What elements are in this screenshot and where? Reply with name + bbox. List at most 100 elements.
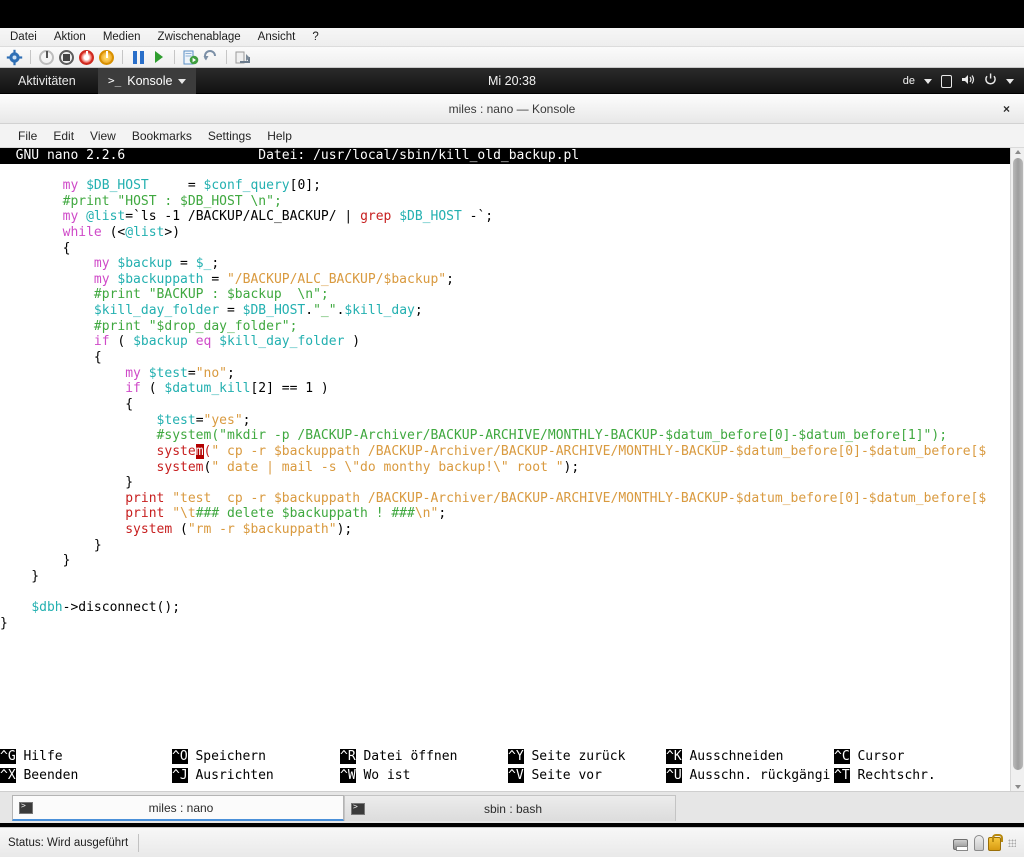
- shortcut-row: ^G Hilfe ^O Speichern ^R Datei öffnen ^Y Se…: [0, 747, 1010, 766]
- pause-icon[interactable]: [130, 49, 147, 66]
- code-token: my: [93, 271, 110, 287]
- code-token: $kill_day_folder: [93, 303, 220, 319]
- harddisk-icon[interactable]: [953, 838, 968, 851]
- shortcut-entry[interactable]: ^G Hilfe: [0, 747, 63, 766]
- shortcut-entry[interactable]: ^V Seite vor: [508, 766, 602, 785]
- shortcut-entry[interactable]: ^K Ausschneiden: [666, 747, 783, 766]
- code-token: ;: [414, 303, 423, 319]
- vm-status-label: Status: Wird ausgeführt: [8, 836, 129, 849]
- panel-activities-button[interactable]: Aktivitäten: [18, 68, 76, 94]
- shortcut-key: ^Y: [508, 749, 524, 764]
- chevron-down-icon[interactable]: [924, 78, 932, 84]
- code-token: $backuppath: [117, 271, 204, 287]
- keyboard-layout-label[interactable]: de: [903, 75, 915, 87]
- power-off-icon[interactable]: [38, 49, 55, 66]
- code-line: {: [0, 397, 1010, 413]
- menu-file[interactable]: File: [18, 129, 37, 143]
- menu-settings[interactable]: Settings: [208, 129, 251, 143]
- konsole-titlebar[interactable]: miles : nano — Konsole ×: [0, 94, 1024, 124]
- code-token: (: [140, 381, 165, 397]
- terminal-screen[interactable]: GNU nano 2.2.6 Datei: /usr/local/sbin/ki…: [0, 148, 1024, 791]
- vm-statusbar: Status: Wird ausgeführt: [0, 827, 1024, 857]
- chevron-down-icon-2[interactable]: [1006, 78, 1014, 84]
- code-token: $backup: [133, 334, 188, 350]
- code-token: }: [0, 553, 71, 569]
- vm-menu-zwischenablage[interactable]: Zwischenablage: [158, 31, 241, 43]
- code-token: #system("mkdir -p /BACKUP-Archiver/BACKU…: [156, 428, 948, 444]
- shortcut-entry[interactable]: ^Y Seite zurück: [508, 747, 625, 766]
- vm-menu-help[interactable]: ?: [312, 31, 318, 43]
- vm-menu-datei[interactable]: Datei: [10, 31, 37, 43]
- chevron-down-icon: [178, 78, 187, 84]
- code-token: $_: [195, 256, 212, 272]
- shortcut-entry[interactable]: ^T Rechtschr.: [834, 766, 936, 785]
- vm-menu-ansicht[interactable]: Ansicht: [258, 31, 296, 43]
- code-token: {: [0, 396, 134, 412]
- start-icon[interactable]: [150, 49, 167, 66]
- display-icon[interactable]: [941, 74, 952, 88]
- snapshot-icon[interactable]: [182, 49, 199, 66]
- konsole-tab[interactable]: sbin : bash: [344, 795, 676, 821]
- code-token: "\t: [172, 506, 196, 522]
- shutdown-icon[interactable]: [98, 49, 115, 66]
- shortcut-key: ^O: [172, 749, 188, 764]
- stop-icon[interactable]: [58, 49, 75, 66]
- menu-view[interactable]: View: [90, 129, 116, 143]
- code-token: ### delete $backuppath ! ###: [195, 506, 415, 522]
- reset-icon[interactable]: [78, 49, 95, 66]
- close-icon[interactable]: ×: [1003, 94, 1010, 124]
- power-icon[interactable]: [984, 73, 997, 89]
- shortcut-entry[interactable]: ^U Ausschn. rückgängi: [666, 766, 830, 785]
- shortcut-key: ^K: [666, 749, 682, 764]
- shortcut-entry[interactable]: ^O Speichern: [172, 747, 266, 766]
- shortcut-label: Seite vor: [523, 768, 602, 783]
- code-token: );: [336, 522, 353, 538]
- discard-icon[interactable]: [234, 49, 251, 66]
- nano-editor-text[interactable]: my $DB_HOST = $conf_query[0]; #print "HO…: [0, 178, 1010, 632]
- shortcut-entry[interactable]: ^C Cursor: [834, 747, 904, 766]
- shortcut-label: Seite zurück: [523, 749, 626, 764]
- terminal-scrollbar[interactable]: [1010, 148, 1024, 791]
- code-line: $test="yes";: [0, 413, 1010, 429]
- scroll-down-arrow-icon[interactable]: [1015, 785, 1021, 789]
- code-line: #print "$drop_day_folder";: [0, 319, 1010, 335]
- vm-menu-aktion[interactable]: Aktion: [54, 31, 86, 43]
- code-token: }: [0, 475, 134, 491]
- code-token: #print "HOST : $DB_HOST \n";: [62, 193, 282, 209]
- menu-bookmarks[interactable]: Bookmarks: [132, 129, 192, 143]
- revert-icon[interactable]: [202, 49, 219, 66]
- menu-help[interactable]: Help: [267, 129, 292, 143]
- menu-edit[interactable]: Edit: [53, 129, 74, 143]
- scrollbar-thumb[interactable]: [1013, 158, 1023, 770]
- code-token: \n": [414, 506, 439, 522]
- shortcut-entry[interactable]: ^W Wo ist: [340, 766, 410, 785]
- code-token: my: [62, 178, 79, 193]
- code-token: .: [305, 303, 314, 319]
- code-token: system: [156, 459, 204, 475]
- panel-active-app[interactable]: >_ Konsole: [98, 68, 197, 94]
- vm-menu-medien[interactable]: Medien: [103, 31, 141, 43]
- shortcut-entry[interactable]: ^R Datei öffnen: [340, 747, 457, 766]
- code-token: $DB_HOST: [242, 303, 306, 319]
- code-token: }: [0, 537, 102, 553]
- usb-icon[interactable]: [974, 834, 984, 851]
- konsole-tab[interactable]: miles : nano: [12, 795, 344, 821]
- code-line: my $backup = $_;: [0, 256, 1010, 272]
- shortcut-label: Datei öffnen: [355, 749, 458, 764]
- konsole-menubar: File Edit View Bookmarks Settings Help: [0, 124, 1024, 148]
- code-line: }: [0, 475, 1010, 491]
- shortcut-entry[interactable]: ^J Ausrichten: [172, 766, 274, 785]
- shortcut-label: Ausschneiden: [681, 749, 784, 764]
- lock-icon[interactable]: [988, 833, 1003, 851]
- resize-grip-icon[interactable]: [1008, 838, 1016, 847]
- volume-icon[interactable]: [961, 73, 975, 89]
- shortcut-entry[interactable]: ^X Beenden: [0, 766, 78, 785]
- scroll-up-arrow-icon[interactable]: [1015, 150, 1021, 154]
- code-token: if: [125, 381, 141, 397]
- settings-icon[interactable]: [6, 49, 23, 66]
